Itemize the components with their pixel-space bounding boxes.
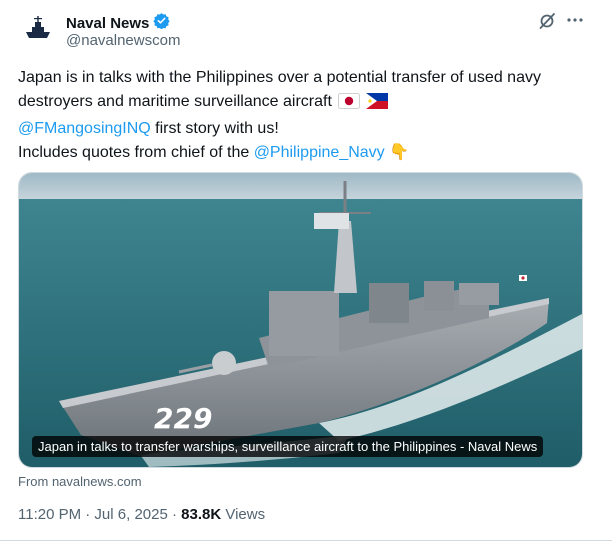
philippines-flag-icon [365,93,388,117]
grok-icon[interactable] [538,12,556,30]
author-name[interactable]: Naval News [66,15,149,32]
tweet-card: Naval News @navalnewscom Japan is in tal… [0,0,612,541]
mention-fmangosinginq[interactable]: @FMangosingINQ [18,120,151,137]
post-line-2-text: first story with us! [150,120,279,137]
post-line-1-text: Japan is in talks with the Philippines o… [18,69,541,110]
views-count: 83.8K [181,506,222,523]
post-line-3: Includes quotes from chief of the @Phili… [18,141,594,165]
link-card-caption: Japan in talks to transfer warships, sur… [32,436,544,457]
post-line-1: Japan is in talks with the Philippines o… [18,66,594,117]
post-timestamp[interactable]: 11:20 PM · Jul 6, 2025 · [18,506,181,523]
warship-photo: 229 [19,173,582,467]
post-text: Japan is in talks with the Philippines o… [18,66,594,165]
japan-flag-icon [337,93,360,117]
link-source[interactable]: From navalnews.com [18,474,142,489]
views-label: Views [221,506,266,523]
more-icon[interactable] [566,10,584,30]
post-meta: 11:20 PM · Jul 6, 2025 · 83.8K Views [18,506,265,523]
author-name-row: Naval News [66,12,171,34]
verified-badge-icon [153,12,171,34]
author-handle[interactable]: @navalnewscom [66,32,180,49]
post-line-2: @FMangosingINQ first story with us! [18,117,594,141]
link-card-image[interactable]: 229 Japan in talks to transfer warships,… [18,172,583,468]
post-line-3-text: Includes quotes from chief of the [18,144,254,161]
pointing-down-emoji: 👇 [389,144,410,161]
hull-number: 229 [154,402,212,435]
mention-philippine-navy[interactable]: @Philippine_Navy [254,144,385,161]
navy-ship-avatar-icon[interactable] [22,12,54,44]
